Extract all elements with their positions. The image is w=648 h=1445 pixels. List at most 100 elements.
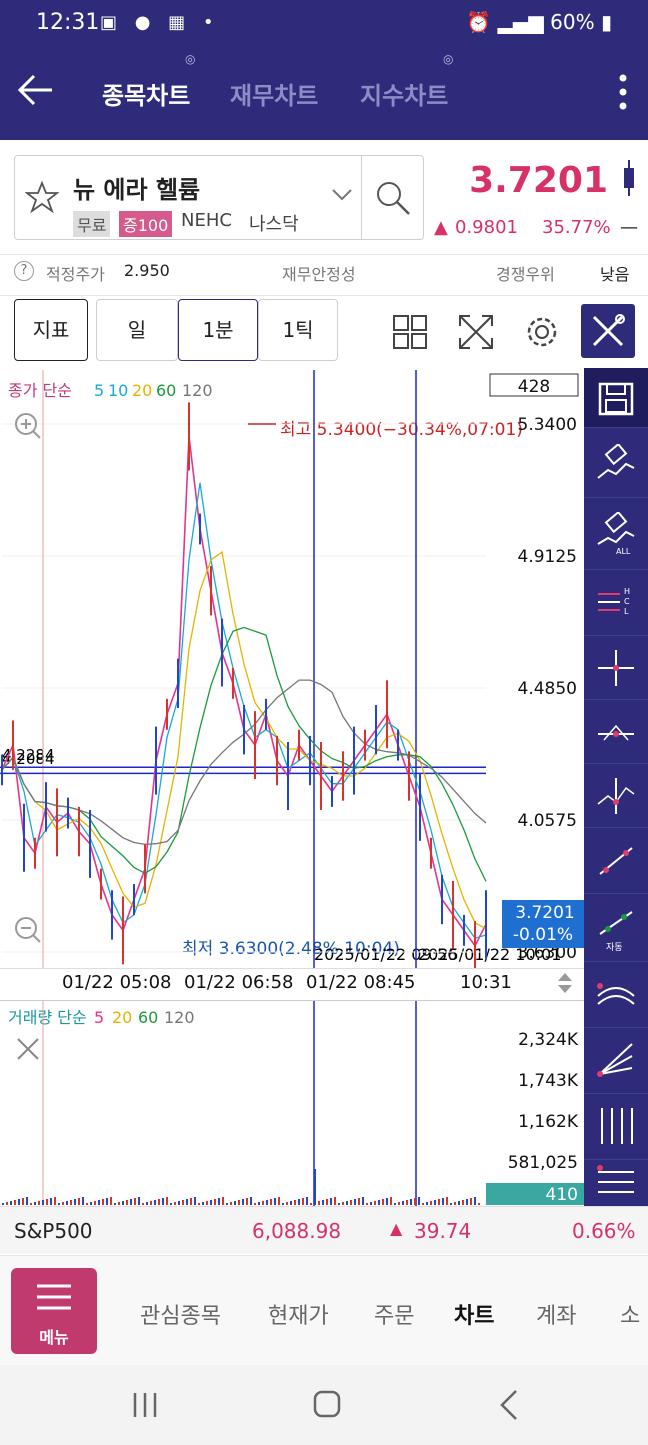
volume-bar xyxy=(334,1197,336,1205)
volume-bar xyxy=(34,1202,36,1205)
volume-bar xyxy=(462,1200,464,1205)
period-day-button[interactable]: 일 xyxy=(96,299,178,361)
menu-button[interactable]: 메뉴 xyxy=(11,1268,97,1354)
fan-tool[interactable] xyxy=(584,1028,648,1094)
price-chart-svg[interactable]: 종가 단순 5 10 20 60 120 428 최고 5.3400(−30.3… xyxy=(0,368,584,971)
nav-order[interactable]: 주문 xyxy=(374,1298,414,1330)
volume-bar xyxy=(350,1200,352,1205)
gear-icon[interactable] xyxy=(522,312,562,352)
arc-lines-icon xyxy=(597,983,635,1005)
back-icon[interactable] xyxy=(498,1389,520,1421)
price-tick-label: 4.0575 xyxy=(518,811,577,831)
home-icon[interactable] xyxy=(312,1389,342,1419)
volume-bar xyxy=(402,1201,404,1205)
tab-index-chart[interactable]: 지수차트 xyxy=(360,76,448,111)
channel-lines-icon xyxy=(597,1165,634,1193)
channel-tool[interactable] xyxy=(584,1160,648,1206)
nav-watchlist[interactable]: 관심종목 xyxy=(140,1298,221,1330)
close-icon[interactable] xyxy=(17,1038,39,1060)
volume-tick-2: 1,743K xyxy=(518,1071,579,1091)
volume-bar xyxy=(318,1201,320,1205)
volume-bar xyxy=(374,1201,376,1205)
zoom-in-icon[interactable] xyxy=(15,413,41,439)
volume-legend-120: 120 xyxy=(164,1008,195,1027)
volume-bar xyxy=(474,1197,476,1205)
eraser-tool[interactable] xyxy=(584,428,648,498)
fair-price-label: 적정주가 xyxy=(46,265,105,284)
volume-bar xyxy=(330,1198,332,1205)
nav-more[interactable]: 소 xyxy=(620,1298,640,1330)
nav-chart[interactable]: 차트 xyxy=(454,1298,494,1330)
hcl-lines-icon: H C L xyxy=(598,587,630,616)
index-change-pct: 0.66% xyxy=(572,1219,636,1243)
volume-bar xyxy=(370,1202,372,1205)
period-tick-button[interactable]: 1틱 xyxy=(258,299,338,361)
volume-chart[interactable]: 거래량 단순 5 20 60 120 2,324K 1,743K 1,162K … xyxy=(0,1000,584,1207)
eraser-icon xyxy=(597,444,635,479)
volume-bar xyxy=(46,1199,48,1205)
volume-chart-svg[interactable]: 거래량 단순 5 20 60 120 2,324K 1,743K 1,162K … xyxy=(0,1001,584,1207)
volume-bar xyxy=(122,1201,124,1205)
volume-bar xyxy=(234,1201,236,1205)
volume-bar xyxy=(286,1202,288,1205)
battery-text: 60% xyxy=(550,10,595,34)
stock-selector[interactable]: 뉴 에라 헬륨 무료 증100 NEHC 나스닥 xyxy=(14,155,424,240)
volume-bar xyxy=(154,1200,156,1205)
volume-bar xyxy=(138,1197,140,1205)
alarm-icon: ⏰ xyxy=(466,10,492,34)
chevron-down-icon[interactable] xyxy=(331,188,353,202)
zoom-out-icon[interactable] xyxy=(15,917,41,943)
vertical-line-icon xyxy=(597,778,635,814)
volume-bar xyxy=(202,1202,204,1205)
indicator-button[interactable]: 지표 xyxy=(14,299,88,361)
svg-text:C: C xyxy=(624,597,630,606)
period-minute-button[interactable]: 1분 xyxy=(178,299,258,361)
axis-scroll-icon[interactable] xyxy=(556,971,574,995)
period-lines-tool[interactable] xyxy=(584,1094,648,1160)
volume-bar xyxy=(114,1203,116,1205)
horizontal-line-tool[interactable] xyxy=(584,700,648,764)
volume-bar xyxy=(466,1199,468,1205)
cross-line-tool[interactable] xyxy=(584,636,648,700)
help-icon[interactable]: ? xyxy=(14,261,34,281)
recent-apps-icon[interactable] xyxy=(130,1391,160,1419)
financial-stability-label: 재무안정성 xyxy=(282,265,356,284)
save-tool[interactable] xyxy=(584,368,648,428)
auto-trend-tool[interactable]: 자동 xyxy=(584,894,648,962)
vertical-line-tool[interactable] xyxy=(584,764,648,828)
arc-tool[interactable] xyxy=(584,962,648,1028)
star-icon[interactable] xyxy=(25,180,59,214)
tab-stock-chart[interactable]: 종목차트 xyxy=(102,76,190,111)
price-chart[interactable]: 종가 단순 5 10 20 60 120 428 최고 5.3400(−30.3… xyxy=(0,368,584,971)
volume-bar xyxy=(158,1199,160,1205)
volume-bar xyxy=(346,1201,348,1205)
volume-bar xyxy=(470,1198,472,1205)
volume-bar xyxy=(278,1197,280,1205)
status-right: ⏰ ▂▄▆ 60% ▮ xyxy=(466,10,612,34)
price-tick-label: 5.3400 xyxy=(518,415,577,435)
trend-line-tool[interactable] xyxy=(584,828,648,894)
menu-label: 메뉴 xyxy=(39,1328,69,1347)
search-icon[interactable] xyxy=(373,178,413,218)
status-bar: 12:31 ▣ ● ▦ • ⏰ ▂▄▆ 60% ▮ xyxy=(0,0,648,46)
expand-icon[interactable] xyxy=(456,312,496,352)
back-arrow-icon[interactable] xyxy=(16,70,56,110)
x-tick-1: 01/22 05:08 xyxy=(62,972,172,993)
layout-grid-icon[interactable] xyxy=(392,314,428,350)
eraser-all-tool[interactable]: ALL xyxy=(584,498,648,570)
index-ticker[interactable]: S&P500 6,088.98 ▲ 39.74 0.66% xyxy=(0,1206,648,1254)
volume-bar xyxy=(86,1203,88,1205)
drawing-tools-button[interactable] xyxy=(581,304,635,358)
nav-account[interactable]: 계좌 xyxy=(536,1298,576,1330)
volume-bar xyxy=(322,1200,324,1205)
ma-legend-120: 120 xyxy=(182,381,213,400)
fair-price-value: 2.950 xyxy=(124,261,170,280)
margin-badge: 증100 xyxy=(119,211,173,237)
volume-bar xyxy=(162,1198,164,1205)
hcl-tool[interactable]: H C L xyxy=(584,570,648,636)
x-tick-2: 01/22 06:58 xyxy=(184,972,294,993)
more-menu-icon[interactable] xyxy=(618,72,628,112)
auto-trend-icon: 자동 xyxy=(599,911,633,952)
tab-financial-chart[interactable]: 재무차트 xyxy=(230,76,318,111)
nav-quote[interactable]: 현재가 xyxy=(268,1298,329,1330)
